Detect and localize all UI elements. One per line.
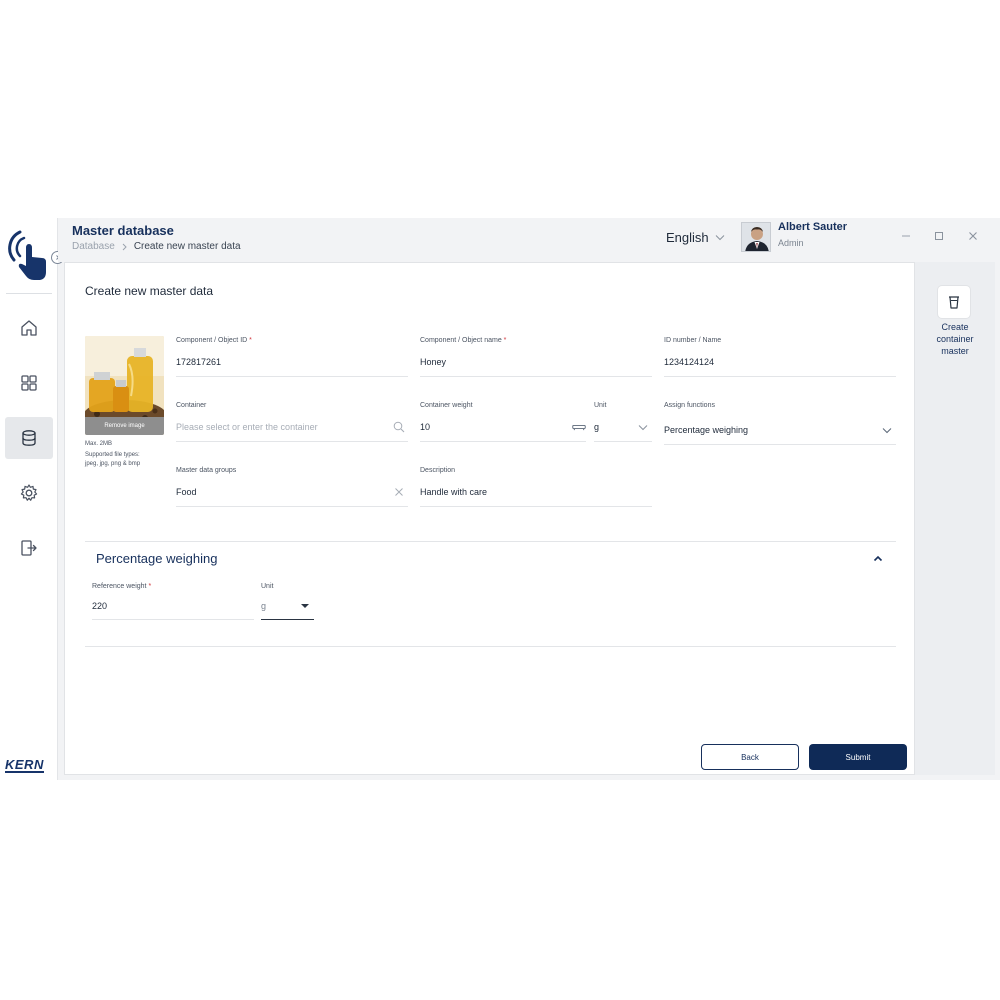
product-image[interactable]: Remove image: [85, 336, 164, 435]
container-field[interactable]: Container Please select or enter the con…: [176, 402, 408, 442]
description-field[interactable]: Description Handle with care: [420, 467, 652, 507]
search-icon[interactable]: [392, 420, 406, 434]
close-icon: [969, 232, 977, 240]
chevron-down-icon: [715, 235, 724, 241]
chevron-down-icon: [880, 423, 894, 437]
sidebar-item-dashboard[interactable]: [5, 362, 53, 404]
chevron-up-icon: [873, 555, 883, 561]
container-weight-field[interactable]: Container weight 10: [420, 402, 586, 442]
container-weight-value: 10: [420, 422, 431, 432]
create-container-master-button[interactable]: [938, 286, 970, 318]
chevron-down-icon: [636, 420, 650, 434]
logout-icon: [21, 540, 37, 556]
required-marker: *: [148, 583, 152, 590]
clear-icon[interactable]: [392, 485, 406, 499]
id-number-field[interactable]: ID number / Name 1234124124: [664, 337, 896, 377]
sidebar-item-logout[interactable]: [5, 527, 53, 569]
image-size-hint: Max. 2MB: [85, 441, 113, 447]
reference-unit-select[interactable]: Unit g: [261, 583, 314, 620]
create-container-master-label[interactable]: Create container master: [915, 321, 995, 357]
component-name-label: Component / Object name *: [420, 337, 506, 344]
sidebar-item-database[interactable]: [5, 417, 53, 459]
minimize-icon: [902, 235, 910, 237]
required-marker: *: [503, 337, 507, 344]
submit-button[interactable]: Submit: [809, 744, 907, 770]
reference-weight-label-text: Reference weight: [92, 583, 147, 590]
kern-brand-logo: KERN: [5, 757, 44, 773]
right-action-panel: Create container master: [915, 262, 995, 775]
breadcrumb: Database Create new master data: [72, 241, 241, 252]
reference-weight-label: Reference weight *: [92, 583, 151, 590]
component-id-value: 172817261: [176, 357, 222, 367]
unit-select[interactable]: Unit g: [594, 402, 652, 442]
page-title: Master database: [72, 223, 174, 238]
scale-icon[interactable]: [572, 420, 586, 434]
rp-label-line2: container: [936, 334, 974, 344]
breadcrumb-item-current: Create new master data: [133, 241, 241, 252]
description-value: Handle with care: [420, 487, 488, 497]
grid-icon: [21, 375, 37, 391]
component-id-label-text: Component / Object ID: [176, 337, 248, 344]
id-number-label: ID number / Name: [664, 337, 722, 344]
component-name-value: Honey: [420, 357, 447, 367]
sidebar-divider: [6, 293, 52, 294]
reference-weight-value: 220: [92, 601, 108, 611]
assign-functions-label: Assign functions: [664, 402, 715, 409]
breadcrumb-item-database[interactable]: Database: [72, 241, 115, 252]
app-logo: [6, 226, 50, 286]
collapse-section-button[interactable]: [871, 551, 885, 565]
image-types-hint-label: Supported file types:: [85, 452, 140, 458]
master-data-groups-label: Master data groups: [176, 467, 237, 474]
section-divider-top: [85, 541, 896, 542]
remove-image-button[interactable]: Remove image: [85, 417, 164, 435]
container-icon: [949, 296, 959, 309]
master-data-groups-field[interactable]: Master data groups Food: [176, 467, 408, 507]
required-marker: *: [249, 337, 252, 344]
unit-value: g: [594, 422, 600, 432]
database-icon: [22, 430, 36, 446]
container-placeholder: Please select or enter the container: [176, 422, 318, 432]
image-types-hint-values: jpeg, jpg, png & bmp: [85, 461, 141, 467]
form-title: Create new master data: [85, 284, 214, 298]
maximize-icon: [935, 232, 943, 240]
unit-label: Unit: [594, 402, 607, 409]
language-label: English: [666, 230, 709, 245]
master-data-groups-value: Food: [176, 487, 197, 497]
container-weight-label: Container weight: [420, 402, 473, 409]
assign-functions-select[interactable]: Assign functions Percentage weighing: [664, 402, 896, 445]
sidebar: KERN: [0, 218, 64, 780]
reference-weight-field[interactable]: Reference weight * 220: [92, 583, 254, 620]
container-label: Container: [176, 402, 207, 409]
reference-unit-label: Unit: [261, 583, 274, 590]
sidebar-item-settings[interactable]: [5, 472, 53, 514]
component-name-field[interactable]: Component / Object name * Honey: [420, 337, 652, 377]
avatar[interactable]: [741, 222, 771, 252]
back-button[interactable]: Back: [701, 744, 799, 770]
section-divider-bottom: [85, 646, 896, 647]
caret-down-icon: [298, 599, 312, 613]
user-role: Admin: [778, 238, 804, 248]
assign-functions-value: Percentage weighing: [664, 425, 749, 435]
app-window: KERN Master database Database Create new…: [0, 218, 1000, 780]
chevron-right-icon: [122, 243, 127, 250]
reference-unit-value: g: [261, 601, 267, 611]
component-id-field[interactable]: Component / Object ID * 172817261: [176, 337, 408, 377]
component-id-label: Component / Object ID *: [176, 337, 252, 344]
create-master-data-card: Create new master data Remove image Max.…: [64, 262, 915, 775]
close-window-button[interactable]: [966, 229, 980, 243]
maximize-window-button[interactable]: [932, 229, 946, 243]
rp-label-line1: Create: [941, 322, 969, 332]
gear-icon: [20, 484, 38, 501]
home-icon: [21, 320, 37, 336]
description-label: Description: [420, 467, 456, 474]
sidebar-item-home[interactable]: [5, 307, 53, 349]
rp-label-line3: master: [941, 346, 969, 356]
id-number-value: 1234124124: [664, 357, 715, 367]
component-name-label-text: Component / Object name: [420, 337, 502, 344]
top-header: Master database Database Create new mast…: [58, 218, 1000, 262]
minimize-window-button[interactable]: [899, 229, 913, 243]
percentage-weighing-section-title: Percentage weighing: [96, 551, 218, 566]
user-name: Albert Sauter: [778, 221, 848, 233]
language-selector[interactable]: English: [666, 230, 725, 245]
